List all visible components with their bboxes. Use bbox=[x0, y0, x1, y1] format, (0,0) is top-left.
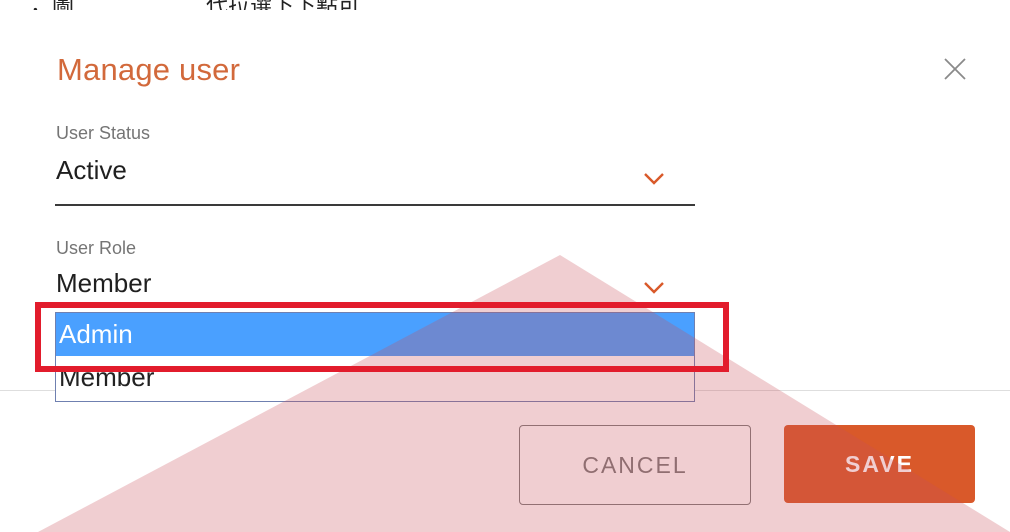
cancel-button[interactable]: CANCEL bbox=[519, 425, 751, 505]
dropdown-option-admin[interactable]: Admin bbox=[56, 313, 694, 356]
manage-user-dialog: Manage user User Status Active User Role… bbox=[0, 10, 1010, 532]
user-status-underline bbox=[55, 204, 695, 206]
user-status-value[interactable]: Active bbox=[56, 155, 127, 186]
dropdown-option-member[interactable]: Member bbox=[56, 356, 694, 399]
save-button[interactable]: SAVE bbox=[784, 425, 975, 503]
user-role-dropdown-list: Admin Member bbox=[55, 312, 695, 402]
dialog-title: Manage user bbox=[57, 52, 241, 87]
close-icon[interactable] bbox=[944, 58, 966, 80]
user-role-label: User Role bbox=[56, 238, 137, 258]
user-status-label: User Status bbox=[56, 123, 151, 143]
top-text-fragment-label: ，圖 代拉選下下點可 bbox=[30, 0, 360, 10]
chevron-down-icon[interactable] bbox=[643, 281, 665, 295]
user-role-value[interactable]: Member bbox=[56, 268, 151, 299]
top-text-fragment: ，圖 代拉選下下點可 bbox=[0, 0, 1010, 10]
chevron-down-icon[interactable] bbox=[643, 172, 665, 186]
